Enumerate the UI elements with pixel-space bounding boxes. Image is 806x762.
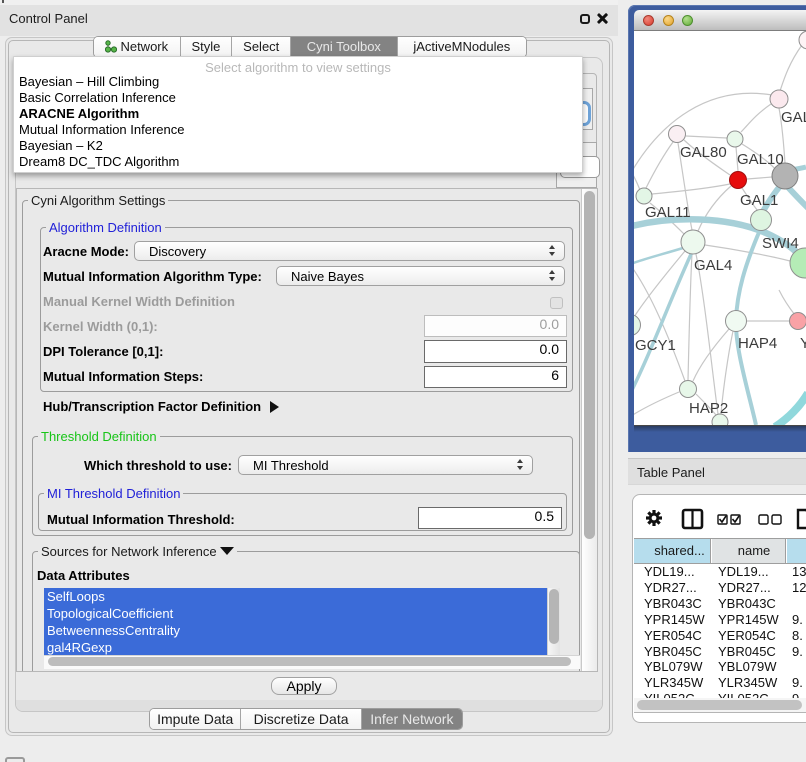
svg-text:GAL10: GAL10 bbox=[737, 151, 784, 168]
svg-text:GAL2: GAL2 bbox=[781, 109, 806, 126]
svg-text:HAP2: HAP2 bbox=[689, 400, 728, 417]
svg-text:GAL80: GAL80 bbox=[680, 144, 727, 161]
svg-text:SWI4: SWI4 bbox=[762, 235, 799, 252]
svg-text:HAP4: HAP4 bbox=[738, 335, 777, 352]
svg-text:GCY1: GCY1 bbox=[635, 337, 676, 354]
svg-text:Y: Y bbox=[800, 335, 806, 352]
svg-text:GAL1: GAL1 bbox=[740, 192, 778, 209]
svg-text:GAL4: GAL4 bbox=[694, 257, 732, 274]
svg-text:GAL11: GAL11 bbox=[645, 204, 691, 221]
